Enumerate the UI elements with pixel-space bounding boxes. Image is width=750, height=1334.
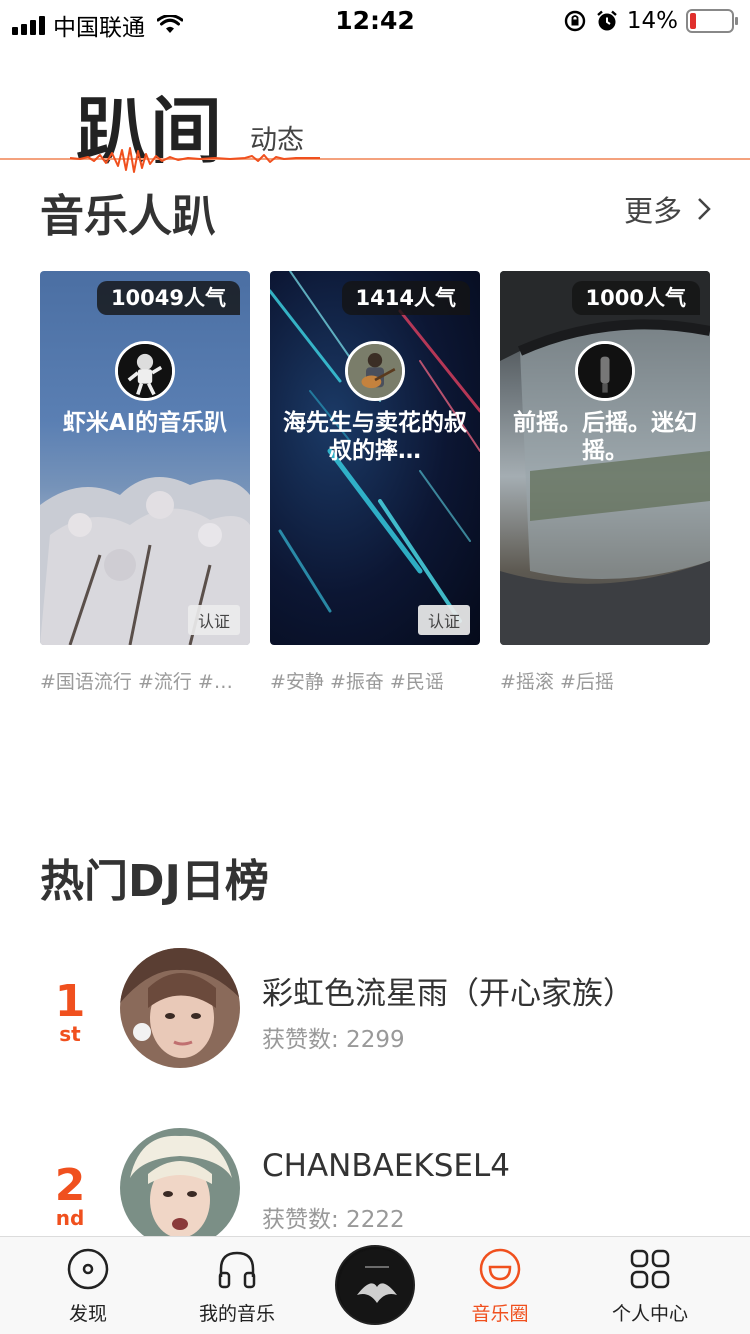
rank-number: 1	[54, 976, 86, 1027]
disc-icon	[67, 1248, 109, 1290]
party-card[interactable]: 1414人气 海先生与卖花的叔叔的摔… 认证 #安静 #振奋 #民谣	[270, 271, 480, 694]
dj-name: 彩虹色流星雨（开心家族）	[262, 976, 634, 1012]
rank-suffix: nd	[55, 1206, 85, 1230]
dj-likes: 获赞数: 2299	[262, 1027, 405, 1053]
party-card-cover[interactable]: 1414人气 海先生与卖花的叔叔的摔… 认证	[270, 271, 480, 645]
nav-label: 音乐圈	[471, 1303, 529, 1325]
rank-label: 2 nd	[40, 1160, 100, 1230]
section-title-music-party: 音乐人趴	[40, 191, 216, 242]
section-title-dj-ranking: 热门DJ日榜	[40, 856, 269, 907]
dj-photo	[120, 1128, 240, 1248]
certified-badge: 认证	[187, 605, 240, 635]
avatar[interactable]	[120, 948, 240, 1068]
battery-icon	[686, 9, 738, 33]
alarm-icon	[597, 10, 617, 31]
party-title: 虾米AI的音乐趴	[62, 410, 228, 436]
popularity-badge: 1414人气	[341, 281, 470, 315]
party-card[interactable]: 10049人气 虾米AI的音乐趴 认证 #国语流行 #流行 #…	[40, 271, 250, 694]
now-playing-disc[interactable]	[335, 1245, 415, 1325]
dj-name: CHANBAEKSEL4	[262, 1148, 510, 1184]
dj-photo	[120, 948, 240, 1068]
nav-discover[interactable]: 发现	[28, 1247, 148, 1326]
rank-number: 2	[54, 1160, 86, 1211]
more-link[interactable]: 更多	[624, 188, 714, 230]
bottom-nav: 发现 我的音乐 音乐圈 个人中心	[0, 1236, 750, 1334]
avatar[interactable]	[120, 1128, 240, 1248]
more-label: 更多	[623, 194, 682, 228]
party-tags: #安静 #振奋 #民谣	[270, 671, 444, 693]
battery-percent: 14%	[626, 8, 678, 34]
party-title: 前摇。后摇。迷幻摇。	[513, 410, 697, 464]
nav-label: 我的音乐	[198, 1303, 275, 1325]
popularity-badge: 1000人气	[571, 281, 700, 315]
nav-profile[interactable]: 个人中心	[590, 1247, 710, 1326]
astronaut-icon	[118, 344, 172, 398]
status-bar: 中国联通 12:42 14%	[0, 0, 750, 41]
nav-label: 个人中心	[611, 1303, 688, 1325]
chevron-right-icon	[698, 198, 711, 220]
dj-likes: 获赞数: 2222	[262, 1207, 405, 1233]
party-card-cover[interactable]: 10049人气 虾米AI的音乐趴 认证	[40, 271, 250, 645]
party-tags: #国语流行 #流行 #…	[40, 671, 233, 693]
smile-icon	[479, 1248, 521, 1290]
nav-label: 发现	[68, 1303, 107, 1325]
headphones-icon	[218, 1251, 256, 1289]
rotation-lock-icon	[564, 10, 586, 32]
popularity-badge: 10049人气	[96, 281, 240, 315]
rank-suffix: st	[59, 1022, 81, 1046]
nav-my-music[interactable]: 我的音乐	[177, 1247, 297, 1326]
avatar	[575, 341, 635, 401]
certified-badge: 认证	[417, 605, 470, 635]
waveform-icon	[70, 147, 320, 173]
rank-label: 1 st	[40, 976, 100, 1046]
album-cover-icon	[339, 1249, 413, 1323]
avatar	[115, 341, 175, 401]
party-card-list: 10049人气 虾米AI的音乐趴 认证 #国语流行 #流行 #… 1414人气 …	[40, 271, 710, 694]
party-card-cover[interactable]: 1000人气 前摇。后摇。迷幻摇。	[500, 271, 710, 645]
party-title: 海先生与卖花的叔叔的摔…	[283, 410, 467, 464]
grid-icon	[630, 1249, 670, 1289]
dj-ranking-row[interactable]: 1 st 彩虹色流星雨（开心家族） 获赞数: 2299	[0, 948, 750, 1078]
nav-music-circle[interactable]: 音乐圈	[440, 1247, 560, 1326]
portrait-icon	[578, 344, 632, 398]
party-tags: #摇滚 #后摇	[500, 671, 614, 693]
avatar	[345, 341, 405, 401]
party-card[interactable]: 1000人气 前摇。后摇。迷幻摇。 #摇滚 #后摇	[500, 271, 710, 694]
guitarist-icon	[348, 344, 402, 398]
